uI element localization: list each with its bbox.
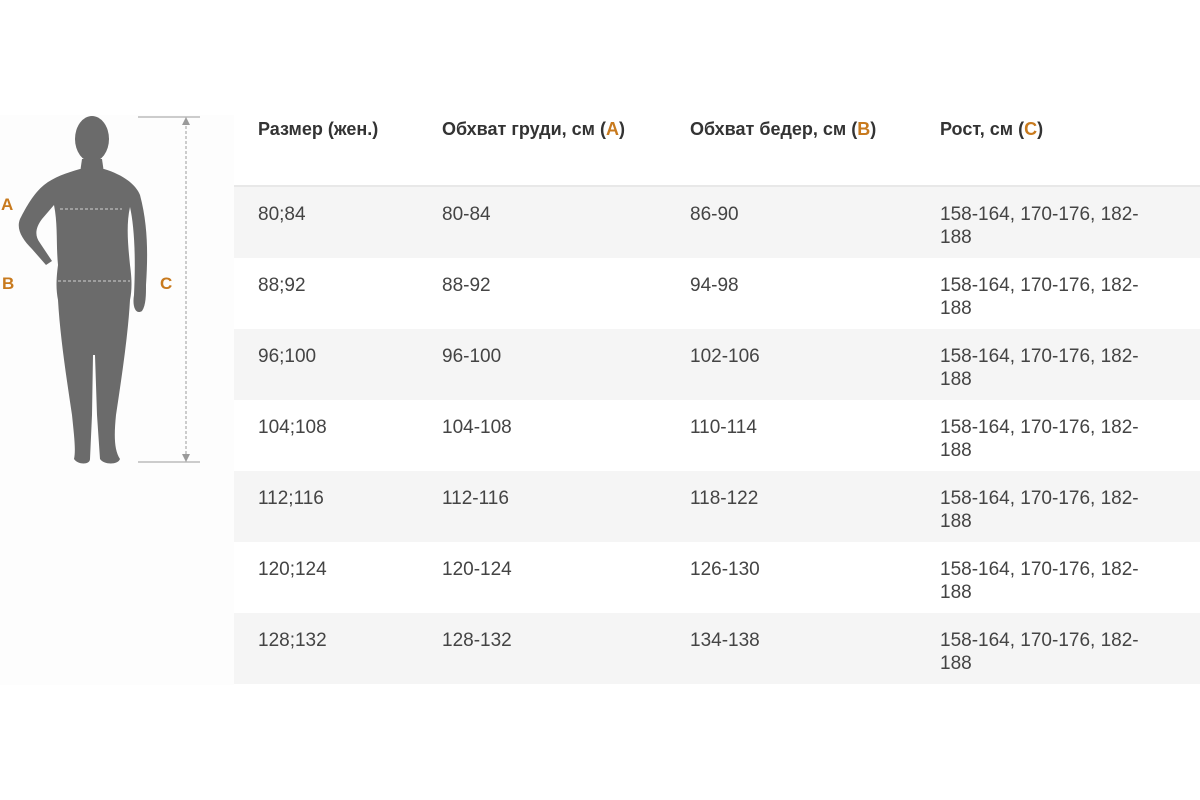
arrow-up-icon	[182, 117, 190, 125]
cell-height: 158-164, 170-176, 182-188	[940, 346, 1139, 390]
table-row: 80;84 80-84 86-90 158-164, 170-176, 182-…	[234, 187, 1200, 258]
marker-a: A	[1, 195, 14, 214]
table-row: 88;92 88-92 94-98 158-164, 170-176, 182-…	[234, 258, 1200, 329]
cell-hips: 86-90	[690, 204, 739, 225]
cell-height: 158-164, 170-176, 182-188	[940, 488, 1139, 532]
marker-c: C	[160, 274, 173, 293]
cell-size: 120;124	[258, 559, 327, 580]
cell-size: 80;84	[258, 204, 306, 225]
header-size: Размер (жен.)	[234, 115, 418, 185]
header-hips: Обхват бедер, см (B)	[690, 119, 877, 139]
cell-bust: 112-116	[442, 488, 509, 509]
female-silhouette-icon	[18, 116, 200, 464]
header-height: Рост, см (C)	[940, 119, 1044, 139]
cell-bust: 104-108	[442, 417, 512, 438]
table-header: Размер (жен.) Обхват груди, см (A) Обхва…	[234, 115, 1200, 185]
table-row: 104;108 104-108 110-114 158-164, 170-176…	[234, 400, 1200, 471]
table-row: 112;116 112-116 118-122 158-164, 170-176…	[234, 471, 1200, 542]
header-bust: Обхват груди, см (A)	[442, 119, 625, 139]
cell-height: 158-164, 170-176, 182-188	[940, 559, 1139, 603]
cell-height: 158-164, 170-176, 182-188	[940, 630, 1139, 674]
cell-size: 88;92	[258, 275, 306, 296]
cell-hips: 110-114	[690, 417, 757, 438]
cell-size: 104;108	[258, 417, 327, 438]
body-measurement-figure: A B C	[0, 115, 234, 685]
size-table: Размер (жен.) Обхват груди, см (A) Обхва…	[234, 115, 1200, 684]
cell-hips: 134-138	[690, 630, 760, 651]
cell-bust: 96-100	[442, 346, 502, 367]
cell-size: 112;116	[258, 488, 324, 509]
cell-hips: 118-122	[690, 488, 759, 509]
cell-hips: 126-130	[690, 559, 760, 580]
table-row: 128;132 128-132 134-138 158-164, 170-176…	[234, 613, 1200, 684]
cell-size: 96;100	[258, 346, 317, 367]
header-hips-label: Обхват бедер, см	[690, 119, 847, 139]
header-size-label: Размер (жен.)	[258, 119, 379, 139]
cell-height: 158-164, 170-176, 182-188	[940, 417, 1139, 461]
header-hips-letter: B	[857, 119, 871, 139]
cell-hips: 94-98	[690, 275, 739, 296]
table-row: 120;124 120-124 126-130 158-164, 170-176…	[234, 542, 1200, 613]
cell-bust: 120-124	[442, 559, 512, 580]
cell-bust: 88-92	[442, 275, 491, 296]
header-bust-letter: A	[605, 119, 619, 139]
cell-size: 128;132	[258, 630, 327, 651]
cell-bust: 80-84	[442, 204, 491, 225]
cell-bust: 128-132	[442, 630, 512, 651]
arrow-down-icon	[182, 454, 190, 462]
size-chart-page: A B C Размер (жен.) Обхват груди, см (A)…	[0, 0, 1200, 800]
cell-height: 158-164, 170-176, 182-188	[940, 275, 1139, 319]
cell-hips: 102-106	[690, 346, 760, 367]
header-height-label: Рост, см	[940, 119, 1014, 139]
header-bust-label: Обхват груди, см	[442, 119, 595, 139]
table-row: 96;100 96-100 102-106 158-164, 170-176, …	[234, 329, 1200, 400]
marker-b: B	[2, 274, 15, 293]
silhouette-shape	[18, 116, 148, 464]
cell-height: 158-164, 170-176, 182-188	[940, 204, 1139, 248]
header-height-letter: C	[1024, 119, 1038, 139]
